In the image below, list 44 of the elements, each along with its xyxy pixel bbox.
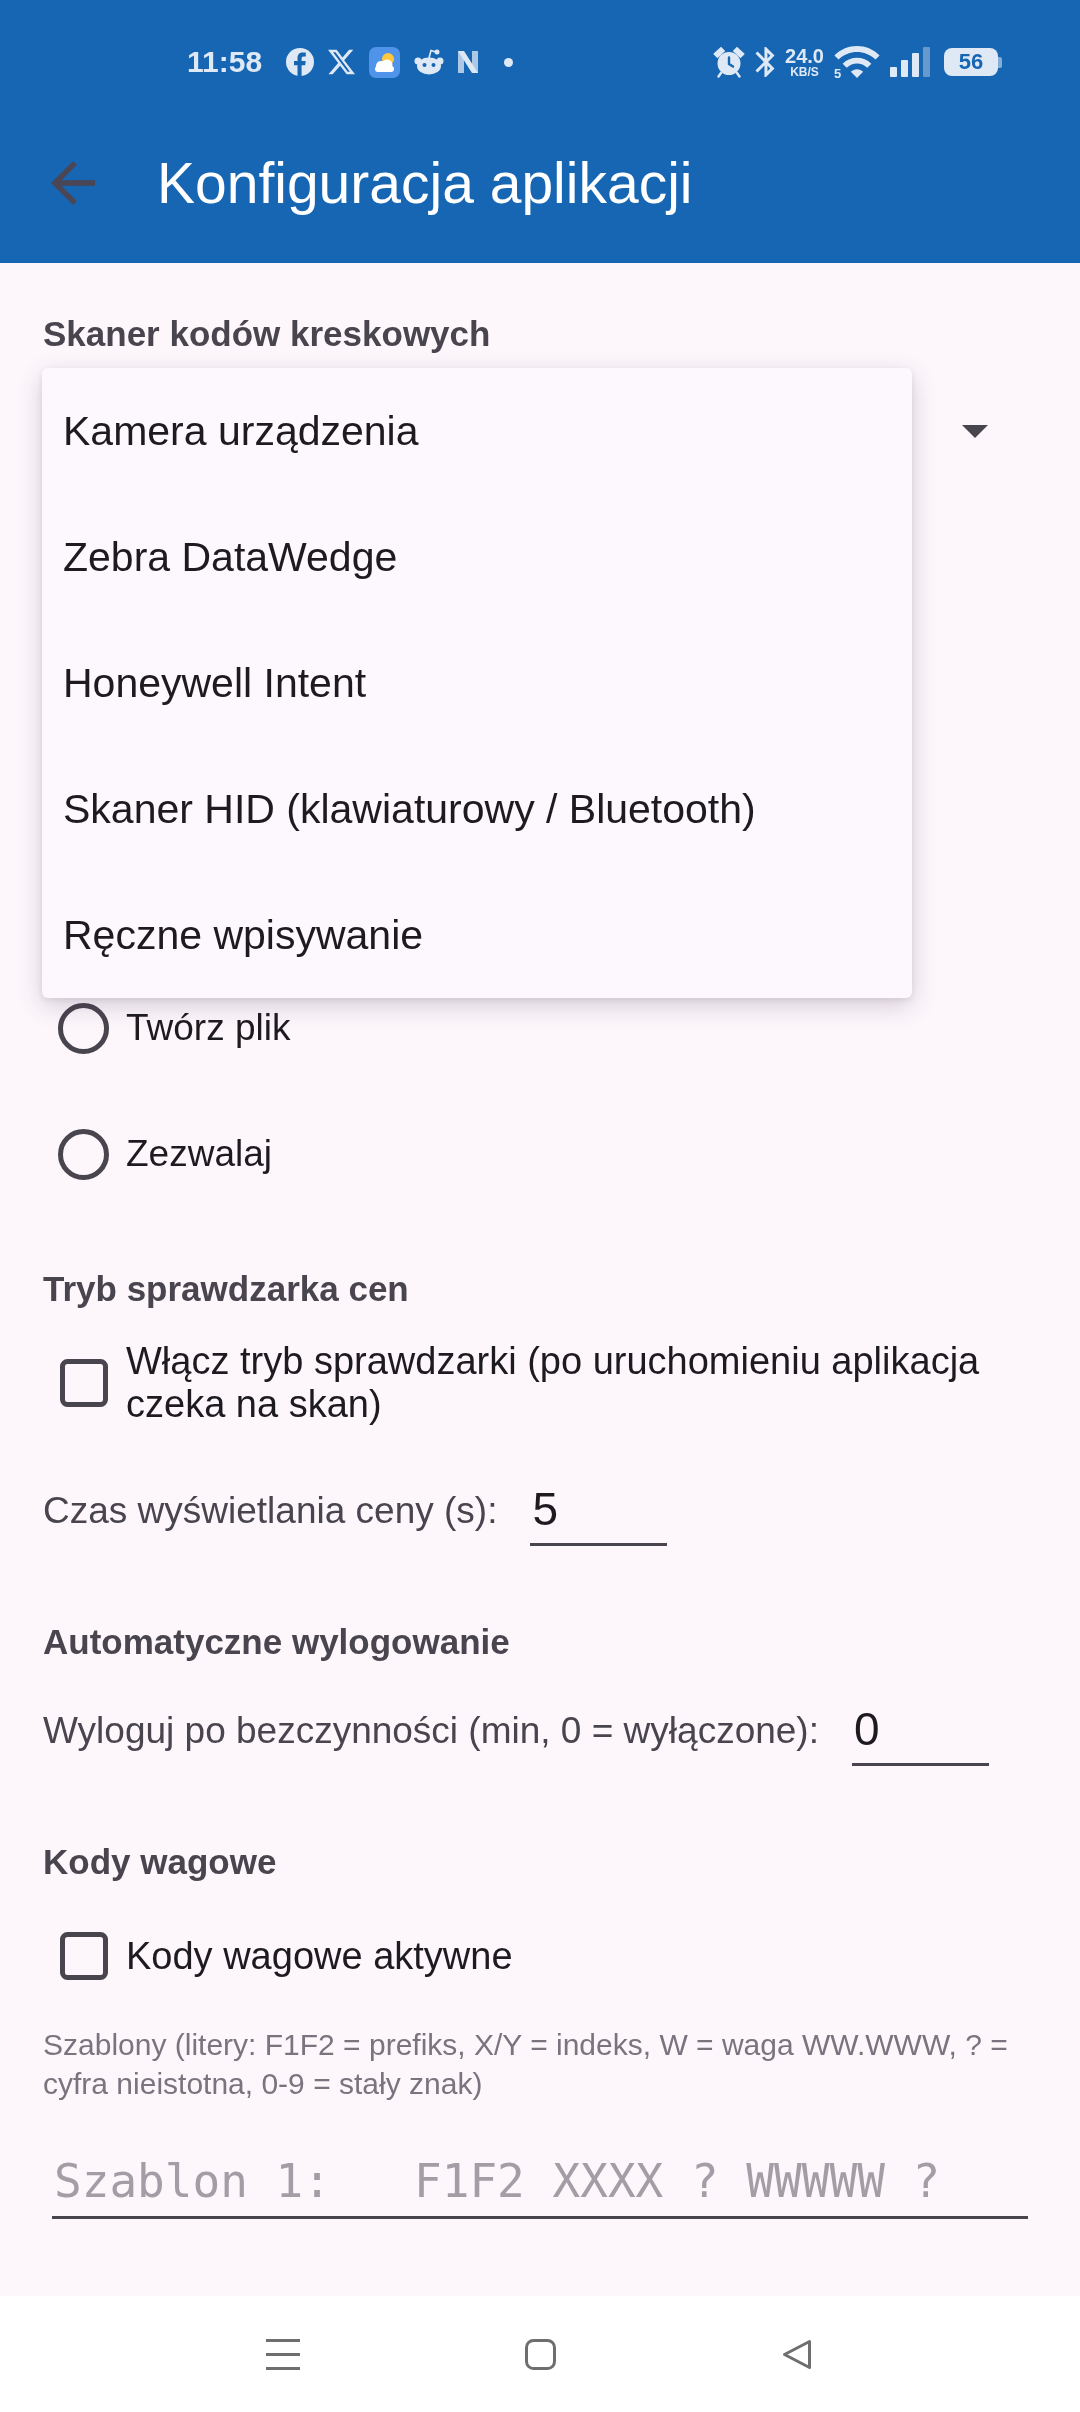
network-speed: 24.0 bbox=[785, 46, 824, 66]
bluetooth-icon bbox=[755, 47, 776, 77]
n-logo-icon bbox=[458, 51, 479, 73]
section-title: Skaner kodów kreskowych bbox=[43, 313, 492, 355]
checkbox-icon[interactable] bbox=[60, 1932, 108, 1980]
back-arrow-icon bbox=[51, 160, 95, 205]
radio-option[interactable]: Zezwalaj bbox=[58, 1128, 272, 1180]
radio-option[interactable]: Twórz plik bbox=[58, 1002, 291, 1054]
signal-bars-icon bbox=[890, 47, 930, 77]
section-title: Tryb sprawdzarka cen bbox=[43, 1268, 410, 1310]
template-field[interactable]: Szablon 1: F1F2 XXXX ? WWWWW ? bbox=[52, 2153, 1028, 2219]
f-logo-icon bbox=[286, 48, 315, 76]
field-label: Czas wyświetlania ceny (s): bbox=[43, 1489, 498, 1532]
section-title: Automatyczne wylogowanie bbox=[43, 1621, 511, 1663]
menu-item[interactable]: Kamera urządzenia bbox=[42, 368, 912, 494]
dot-icon bbox=[504, 57, 514, 67]
helper-text: Szablony (litery: F1F2 = prefiks, X/Y = indeks, W = waga WW.WWW, ? = cyfra nieistotna, 0-9 = stały znak) bbox=[43, 2027, 1009, 2102]
wifi-band-label: 5 bbox=[834, 67, 842, 80]
wifi-icon bbox=[834, 46, 880, 78]
weather-app-icon bbox=[369, 46, 401, 78]
field-label: Wyloguj po bezczynności (min, 0 = wyłączone): bbox=[43, 1709, 819, 1752]
x-logo-icon bbox=[328, 49, 356, 75]
checkbox-icon[interactable] bbox=[60, 1359, 108, 1407]
number-field[interactable]: 5 bbox=[530, 1475, 668, 1546]
alien-head-icon bbox=[414, 49, 445, 75]
menu-item[interactable]: Honeywell Intent bbox=[42, 620, 912, 746]
dropdown-caret-icon[interactable] bbox=[962, 424, 988, 438]
screen-title: Konfiguracja aplikacji bbox=[157, 149, 693, 216]
section-title: Kody wagowe bbox=[43, 1841, 278, 1883]
menu-item[interactable]: Zebra DataWedge bbox=[42, 494, 912, 620]
network-speed-unit: KB/S bbox=[790, 66, 819, 78]
menu-item[interactable]: Skaner HID (klawiaturowy / Bluetooth) bbox=[42, 746, 912, 872]
battery-indicator: 56 bbox=[944, 48, 1002, 76]
radio-button-icon[interactable] bbox=[58, 1128, 109, 1180]
square-icon bbox=[524, 2338, 556, 2370]
checkbox-option[interactable]: Kody wagowe aktywne bbox=[60, 1932, 513, 1980]
menu-icon bbox=[266, 2338, 300, 2370]
alarm-clock-icon bbox=[713, 46, 746, 78]
radio-button-icon[interactable] bbox=[58, 1002, 109, 1054]
checkbox-option[interactable]: Włącz tryb sprawdzarki (po uruchomieniu aplikacja czeka na skan) bbox=[60, 1340, 1050, 1426]
menu-item[interactable]: Ręczne wpisywanie bbox=[42, 872, 912, 998]
number-field[interactable]: 0 bbox=[852, 1695, 989, 1766]
status-time: 11:58 bbox=[187, 45, 263, 79]
back-triangle-icon bbox=[782, 2338, 812, 2370]
